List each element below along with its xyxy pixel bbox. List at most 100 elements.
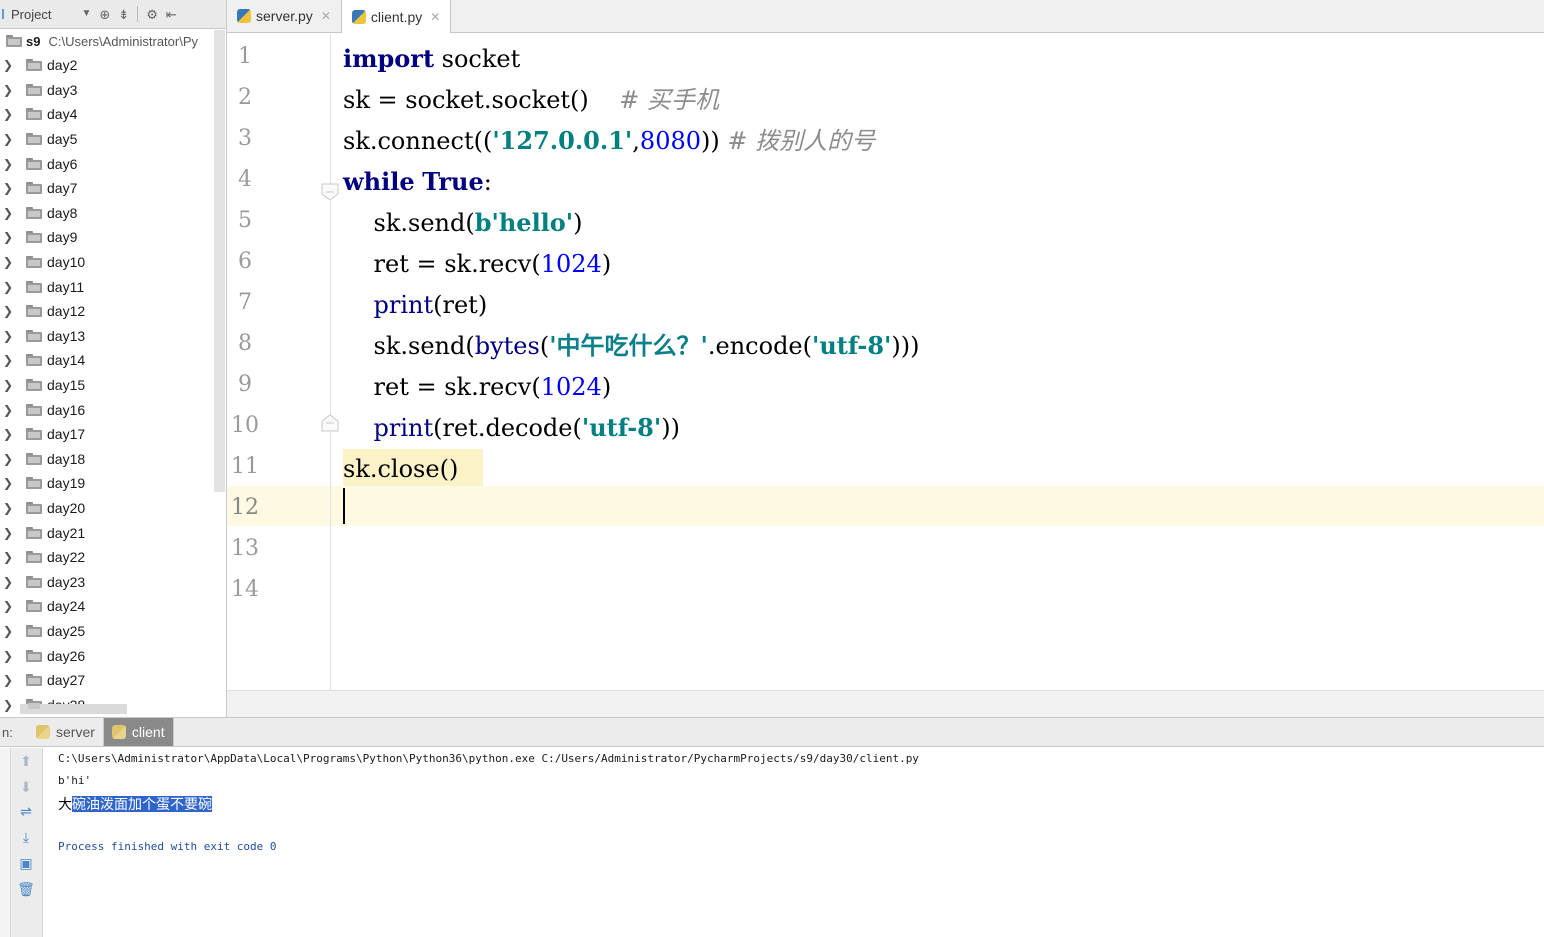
tree-scrollbar[interactable] — [214, 30, 225, 492]
code-line-1[interactable]: import socket — [343, 44, 520, 74]
chevron-right-icon[interactable]: ❯ — [0, 378, 18, 392]
tree-item-day24[interactable]: ❯ day24 — [0, 594, 226, 619]
tree-item-day10[interactable]: ❯ day10 — [0, 250, 226, 275]
tree-item-day2[interactable]: ❯ day2 — [0, 53, 226, 78]
gear-icon[interactable]: ⚙ — [146, 8, 158, 21]
code-line-4[interactable]: while True: — [343, 167, 492, 197]
code-line-9[interactable]: ret = sk.recv(1024) — [343, 372, 612, 402]
tree-item-day3[interactable]: ❯ day3 — [0, 78, 226, 103]
chevron-right-icon[interactable]: ❯ — [0, 280, 18, 294]
chevron-right-icon[interactable]: ❯ — [0, 673, 18, 687]
chevron-right-icon[interactable]: ❯ — [0, 107, 18, 121]
tab-client-py[interactable]: client.py ✕ — [341, 0, 452, 33]
chevron-right-icon[interactable]: ❯ — [0, 329, 18, 343]
editor-tabs: server.py ✕ client.py ✕ — [227, 0, 1544, 33]
project-panel-title[interactable]: Project — [11, 7, 51, 22]
code-layer[interactable]: import socket sk = socket.socket() # 买手机 s… — [331, 34, 1544, 690]
chevron-right-icon[interactable]: ❯ — [0, 526, 18, 540]
run-tab-client[interactable]: client — [103, 718, 174, 746]
tree-item-day13[interactable]: ❯ day13 — [0, 324, 226, 349]
arrow-down-icon[interactable]: ⬇ — [17, 778, 35, 796]
tree-item-day26[interactable]: ❯ day26 — [0, 643, 226, 668]
tree-item-day14[interactable]: ❯ day14 — [0, 348, 226, 373]
tree-item-day5[interactable]: ❯ day5 — [0, 127, 226, 152]
tree-item-label: day11 — [47, 278, 85, 295]
tree-item-day18[interactable]: ❯ day18 — [0, 447, 226, 472]
chevron-right-icon[interactable]: ❯ — [0, 58, 18, 72]
code-line-8[interactable]: sk.send(bytes('中午吃什么？'.encode('utf-8'))) — [343, 331, 920, 361]
code-line-3[interactable]: sk.connect(('127.0.0.1',8080)) # 拨别人的号 — [343, 126, 875, 156]
chevron-down-icon[interactable]: ▼ — [81, 9, 91, 19]
tree-item-label: day19 — [47, 475, 86, 492]
project-view-icon — [2, 9, 8, 19]
tree-item-day16[interactable]: ❯ day16 — [0, 397, 226, 422]
chevron-right-icon[interactable]: ❯ — [0, 353, 18, 367]
tab-server-py[interactable]: server.py ✕ — [227, 0, 342, 32]
line-number: 7 — [238, 290, 252, 315]
scroll-to-end-icon[interactable]: ⤓ — [17, 828, 35, 846]
folder-icon — [6, 35, 22, 47]
tree-item-day27[interactable]: ❯ day27 — [0, 668, 226, 693]
chevron-right-icon[interactable]: ❯ — [0, 599, 18, 613]
tree-item-day17[interactable]: ❯ day17 — [0, 422, 226, 447]
tree-item-day21[interactable]: ❯ day21 — [0, 520, 226, 545]
tree-item-day4[interactable]: ❯ day4 — [0, 102, 226, 127]
code-token: print — [373, 414, 434, 442]
chevron-right-icon[interactable]: ❯ — [0, 624, 18, 638]
tree-item-day22[interactable]: ❯ day22 — [0, 545, 226, 570]
chevron-right-icon[interactable]: ❯ — [0, 452, 18, 466]
editor-horizontal-scroll-area[interactable] — [227, 690, 1544, 717]
tree-item-day9[interactable]: ❯ day9 — [0, 225, 226, 250]
tree-root[interactable]: s9 C:\Users\Administrator\Py — [0, 29, 226, 53]
tree-item-day8[interactable]: ❯ day8 — [0, 201, 226, 226]
soft-wrap-icon[interactable]: ⇌ — [17, 802, 35, 820]
code-line-2[interactable]: sk = socket.socket() # 买手机 — [343, 85, 719, 115]
tree-item-day7[interactable]: ❯ day7 — [0, 176, 226, 201]
chevron-right-icon[interactable]: ❯ — [0, 157, 18, 171]
print-icon[interactable]: ▣ — [17, 854, 35, 872]
code-line-11[interactable]: sk.close() — [343, 454, 458, 484]
close-icon[interactable]: ✕ — [430, 10, 440, 24]
chevron-right-icon[interactable]: ❯ — [0, 230, 18, 244]
code-line-5[interactable]: sk.send(b'hello') — [343, 208, 583, 238]
chevron-right-icon[interactable]: ❯ — [0, 649, 18, 663]
chevron-right-icon[interactable]: ❯ — [0, 255, 18, 269]
chevron-right-icon[interactable]: ❯ — [0, 427, 18, 441]
code-line-10[interactable]: print(ret.decode('utf-8')) — [343, 413, 680, 443]
chevron-right-icon[interactable]: ❯ — [0, 403, 18, 417]
tree-item-day15[interactable]: ❯ day15 — [0, 373, 226, 398]
collapse-all-icon[interactable]: ⇟ — [118, 8, 129, 21]
folder-icon — [26, 575, 42, 588]
chevron-right-icon[interactable]: ❯ — [0, 550, 18, 564]
code-token: sk.send( — [373, 332, 475, 360]
tree-item-day11[interactable]: ❯ day11 — [0, 274, 226, 299]
trash-icon[interactable]: 🗑 — [17, 880, 35, 898]
run-tab-server[interactable]: server — [28, 718, 104, 746]
tree-item-day25[interactable]: ❯ day25 — [0, 619, 226, 644]
code-token: ) — [573, 209, 583, 237]
run-console[interactable]: C:\Users\Administrator\AppData\Local\Pro… — [44, 748, 1544, 937]
locate-icon[interactable]: ⊕ — [99, 8, 110, 21]
chevron-right-icon[interactable]: ❯ — [0, 206, 18, 220]
tree-item-day19[interactable]: ❯ day19 — [0, 471, 226, 496]
chevron-right-icon[interactable]: ❯ — [0, 698, 18, 712]
tree-item-day20[interactable]: ❯ day20 — [0, 496, 226, 521]
chevron-right-icon[interactable]: ❯ — [0, 181, 18, 195]
chevron-right-icon[interactable]: ❯ — [0, 575, 18, 589]
chevron-right-icon[interactable]: ❯ — [0, 476, 18, 490]
chevron-right-icon[interactable]: ❯ — [0, 501, 18, 515]
code-line-6[interactable]: ret = sk.recv(1024) — [343, 249, 612, 279]
chevron-right-icon[interactable]: ❯ — [0, 132, 18, 146]
arrow-up-icon[interactable]: ⬆ — [17, 752, 35, 770]
console-output-chinese: 大碗油泼面加个蛋不要碗 — [58, 794, 212, 814]
hide-panel-icon[interactable]: ⇤ — [166, 8, 177, 21]
chevron-right-icon[interactable]: ❯ — [0, 304, 18, 318]
folder-icon — [26, 59, 42, 72]
chevron-right-icon[interactable]: ❯ — [0, 83, 18, 97]
folder-icon — [26, 674, 42, 687]
code-line-7[interactable]: print(ret) — [343, 290, 488, 320]
tree-item-day6[interactable]: ❯ day6 — [0, 151, 226, 176]
tree-item-day23[interactable]: ❯ day23 — [0, 569, 226, 594]
tree-item-day12[interactable]: ❯ day12 — [0, 299, 226, 324]
close-icon[interactable]: ✕ — [321, 9, 331, 23]
